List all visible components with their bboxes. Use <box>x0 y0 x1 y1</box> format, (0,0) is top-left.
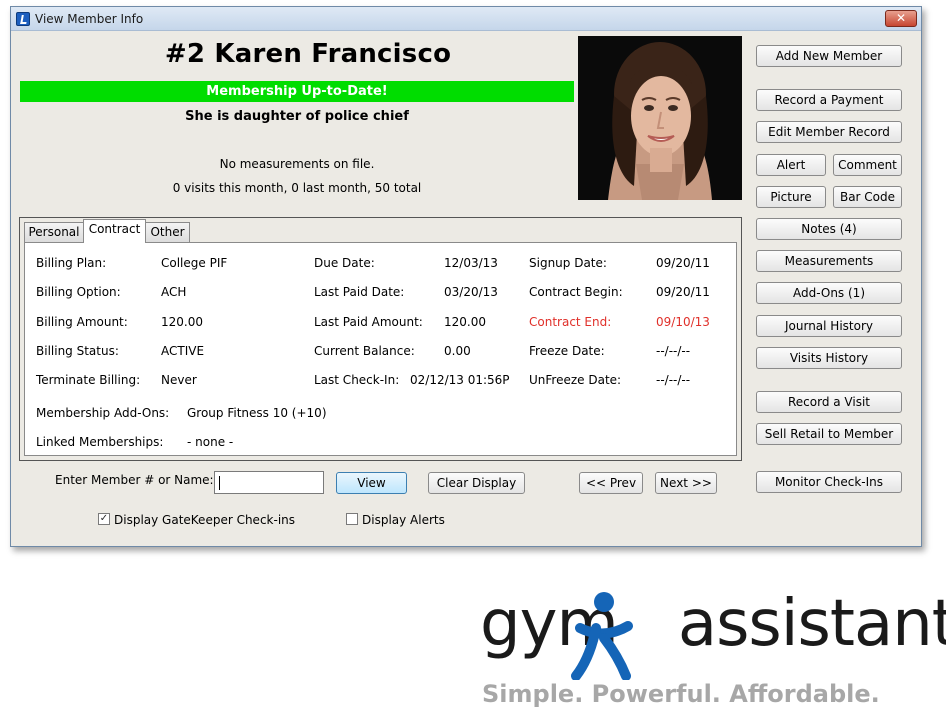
freeze-date-label: Freeze Date: <box>529 344 605 358</box>
gym-assistant-logo: gym assistant Simple. Powerful. Affordabl… <box>470 588 946 718</box>
sell-retail-button[interactable]: Sell Retail to Member <box>756 423 902 445</box>
member-name: #2 Karen Francisco <box>164 39 452 69</box>
membership-addons-value: Group Fitness 10 (+10) <box>187 406 327 420</box>
contract-end-value: 09/10/13 <box>656 315 710 329</box>
gatekeeper-checkbox[interactable]: ✓ <box>98 513 110 525</box>
logo-text-right: assistant <box>677 587 946 661</box>
billing-plan-value: College PIF <box>161 256 228 270</box>
logo-slogan: Simple. Powerful. Affordable. <box>482 680 880 708</box>
unfreeze-date-label: UnFreeze Date: <box>529 373 622 387</box>
due-date-label: Due Date: <box>314 256 375 270</box>
display-alerts-checkbox-label: Display Alerts <box>362 513 445 527</box>
last-paid-amount-value: 120.00 <box>444 315 486 329</box>
monitor-checkins-button[interactable]: Monitor Check-Ins <box>756 471 902 493</box>
tab-personal[interactable]: Personal <box>24 222 84 242</box>
record-payment-button[interactable]: Record a Payment <box>756 89 902 111</box>
picture-button[interactable]: Picture <box>756 186 826 208</box>
last-paid-amount-label: Last Paid Amount: <box>314 315 423 329</box>
billing-amount-label: Billing Amount: <box>36 315 128 329</box>
tab-contract[interactable]: Contract <box>83 219 146 243</box>
clear-display-button[interactable]: Clear Display <box>428 472 525 494</box>
due-date-value: 12/03/13 <box>444 256 498 270</box>
contract-begin-label: Contract Begin: <box>529 285 623 299</box>
billing-status-value: ACTIVE <box>161 344 205 358</box>
text-caret <box>219 476 220 490</box>
view-button[interactable]: View <box>336 472 407 494</box>
contract-begin-value: 09/20/11 <box>656 285 710 299</box>
billing-status-label: Billing Status: <box>36 344 119 358</box>
visits-history-button[interactable]: Visits History <box>756 347 902 369</box>
signup-date-value: 09/20/11 <box>656 256 710 270</box>
measurements-summary: No measurements on file. <box>219 157 375 171</box>
member-note: She is daughter of police chief <box>185 109 409 124</box>
visits-summary: 0 visits this month, 0 last month, 50 to… <box>172 181 422 195</box>
billing-plan-label: Billing Plan: <box>36 256 107 270</box>
next-button[interactable]: Next >> <box>655 472 717 494</box>
logo-figure-icon <box>571 592 633 680</box>
member-search-input[interactable] <box>214 471 324 494</box>
last-checkin-value: 02/12/13 01:56P <box>410 373 510 387</box>
membership-addons-label: Membership Add-Ons: <box>36 406 170 420</box>
last-paid-date-value: 03/20/13 <box>444 285 498 299</box>
last-checkin-label: Last Check-In: <box>314 373 400 387</box>
view-member-info-window: View Member Info ✕ #2 Karen Francisco Me… <box>10 6 922 547</box>
window-title: View Member Info <box>35 12 144 26</box>
current-balance-label: Current Balance: <box>314 344 415 358</box>
app-icon <box>16 12 30 26</box>
freeze-date-value: --/--/-- <box>656 344 691 358</box>
record-visit-button[interactable]: Record a Visit <box>756 391 902 413</box>
title-bar: View Member Info ✕ <box>11 7 921 31</box>
bar-code-button[interactable]: Bar Code <box>833 186 902 208</box>
portrait-image <box>578 36 742 200</box>
last-paid-date-label: Last Paid Date: <box>314 285 405 299</box>
billing-option-label: Billing Option: <box>36 285 121 299</box>
unfreeze-date-value: --/--/-- <box>656 373 691 387</box>
contract-end-label: Contract End: <box>529 315 612 329</box>
comment-button[interactable]: Comment <box>833 154 902 176</box>
membership-status-banner: Membership Up-to-Date! <box>20 81 574 102</box>
journal-history-button[interactable]: Journal History <box>756 315 902 337</box>
member-search-label: Enter Member # or Name: <box>55 473 214 487</box>
contract-tab-content: Billing Plan: College PIF Billing Option… <box>24 242 737 456</box>
alert-button[interactable]: Alert <box>756 154 826 176</box>
add-ons-button[interactable]: Add-Ons (1) <box>756 282 902 304</box>
member-details-tabpanel: Personal Contract Other Billing Plan: Co… <box>19 217 742 461</box>
close-button[interactable]: ✕ <box>885 10 917 27</box>
gatekeeper-checkbox-label: Display GateKeeper Check-ins <box>114 513 296 527</box>
tab-other[interactable]: Other <box>145 222 190 242</box>
linked-memberships-label: Linked Memberships: <box>36 435 164 449</box>
display-alerts-checkbox[interactable] <box>346 513 358 525</box>
prev-button[interactable]: << Prev <box>579 472 643 494</box>
add-new-member-button[interactable]: Add New Member <box>756 45 902 67</box>
logo-wordmark: gym assistant <box>480 592 946 656</box>
signup-date-label: Signup Date: <box>529 256 607 270</box>
linked-memberships-value: - none - <box>187 435 234 449</box>
terminate-billing-value: Never <box>161 373 197 387</box>
measurements-button[interactable]: Measurements <box>756 250 902 272</box>
current-balance-value: 0.00 <box>444 344 471 358</box>
notes-button[interactable]: Notes (4) <box>756 218 902 240</box>
billing-option-value: ACH <box>161 285 187 299</box>
edit-member-record-button[interactable]: Edit Member Record <box>756 121 902 143</box>
billing-amount-value: 120.00 <box>161 315 203 329</box>
terminate-billing-label: Terminate Billing: <box>36 373 141 387</box>
member-photo <box>578 36 742 200</box>
